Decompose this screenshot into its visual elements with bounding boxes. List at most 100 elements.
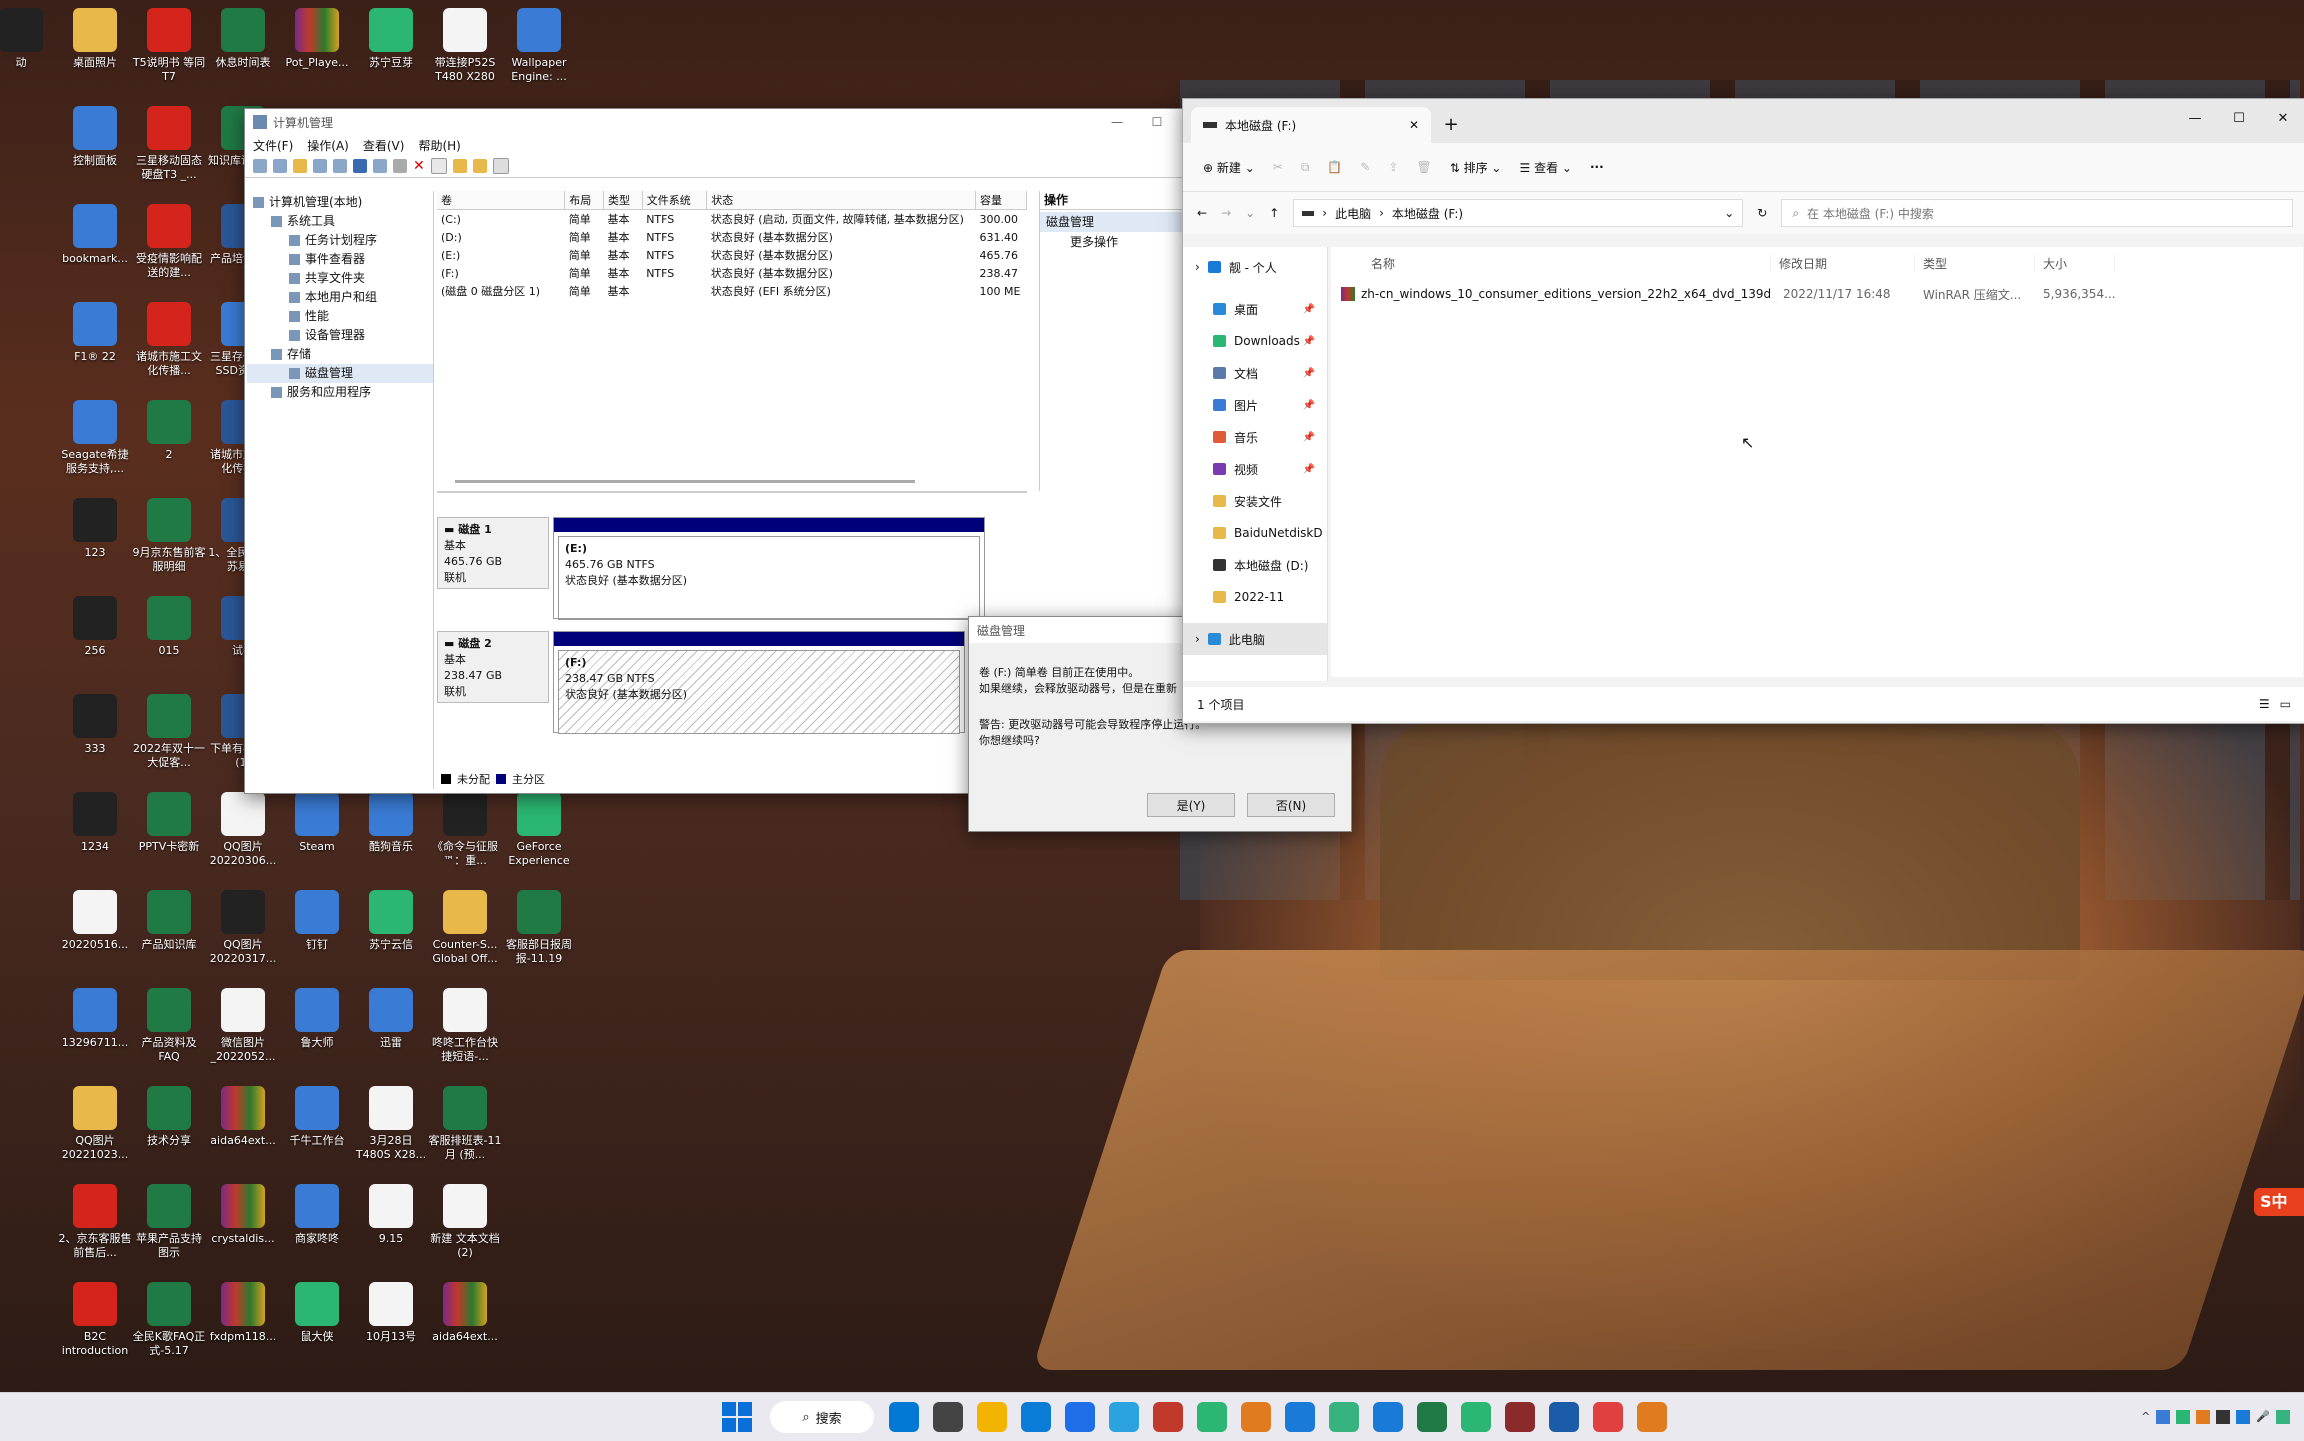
tree-item[interactable]: 事件查看器 (247, 250, 433, 269)
tray-icon[interactable] (2196, 1410, 2211, 1424)
desktop-icon[interactable]: 2022年双十一大促客... (132, 694, 206, 770)
tree-item[interactable]: 存储 (247, 345, 433, 364)
back-arrow-icon[interactable]: ← (1197, 206, 1207, 220)
microphone-icon[interactable]: 🎤 (2256, 1410, 2270, 1424)
desktop-icon[interactable]: PPTV卡密新 (132, 792, 206, 854)
desktop-icon[interactable]: 256 (58, 596, 132, 658)
desktop-icon[interactable]: T5说明书 等同T7 (132, 8, 206, 84)
new-button[interactable]: ⊕ 新建 ⌄ (1203, 159, 1255, 176)
taskbar-app-icon[interactable] (1285, 1402, 1315, 1432)
table-row[interactable]: (磁盘 0 磁盘分区 1) 简单 基本 状态良好 (EFI 系统分区) 100 ME (437, 282, 1027, 300)
desktop-icon[interactable]: 千牛工作台 (280, 1086, 354, 1148)
taskbar-app-icon[interactable] (1197, 1402, 1227, 1432)
tree-item[interactable]: 系统工具 (247, 212, 433, 231)
nav-item[interactable]: 本地磁盘 (D:) (1183, 549, 1327, 581)
taskbar-app-icon[interactable] (1461, 1402, 1491, 1432)
desktop-icon[interactable]: 123 (58, 498, 132, 560)
desktop-icon[interactable]: Steam (280, 792, 354, 854)
desktop-icon[interactable]: 技术分享 (132, 1086, 206, 1148)
view-icon[interactable] (373, 159, 387, 173)
column-header[interactable]: 状态 (706, 191, 977, 210)
up-folder-icon[interactable] (293, 159, 307, 173)
file-explorer-window[interactable]: 本地磁盘 (F:) ✕ + — ☐ ✕ ⊕ 新建 ⌄ ✂ ⧉ 📋 ✎ ⇪ 🗑 ⇅… (1182, 98, 2304, 724)
tray-icon[interactable] (2156, 1410, 2171, 1424)
desktop-icon[interactable]: fxdpm118... (206, 1282, 280, 1344)
desktop-icon[interactable]: 动 (0, 8, 58, 70)
properties-icon[interactable] (333, 159, 347, 173)
desktop-icon[interactable]: 客服部日报周报-11.19 (502, 890, 576, 966)
nav-item[interactable]: 图片 📌 (1183, 389, 1327, 421)
tree-item[interactable]: 计算机管理(本地) (247, 193, 433, 212)
expand-chevron-icon[interactable]: › (1195, 632, 1200, 646)
tree-item[interactable]: 共享文件夹 (247, 269, 433, 288)
tiles-view-icon[interactable]: ▭ (2280, 697, 2291, 711)
rename-icon[interactable]: ✎ (1360, 160, 1370, 174)
details-view-icon[interactable]: ☰ (2259, 697, 2270, 711)
taskbar-app-icon[interactable] (1329, 1402, 1359, 1432)
taskbar-app-icon[interactable] (1593, 1402, 1623, 1432)
taskbar-app-icon[interactable] (1241, 1402, 1271, 1432)
desktop-icon[interactable]: bookmark... (58, 204, 132, 266)
desktop-icon[interactable]: 9月京东售前客服明细 (132, 498, 206, 574)
desktop-icon[interactable]: 9.15 (354, 1184, 428, 1246)
nav-item[interactable]: 视频 📌 (1183, 453, 1327, 485)
search-box[interactable]: ⌕ 在 本地磁盘 (F:) 中搜索 (1781, 199, 2294, 227)
nav-item[interactable]: BaiduNetdiskD (1183, 517, 1327, 549)
desktop-icon[interactable]: 迅雷 (354, 988, 428, 1050)
desktop-icon[interactable]: Pot_Playe... (280, 8, 354, 70)
partition-box-selected[interactable]: (F:) 238.47 GB NTFS 状态良好 (基本数据分区) (553, 631, 965, 734)
desktop-icon[interactable]: 20220516... (58, 890, 132, 952)
desktop-icon[interactable]: 带连接P52S T480 X280 (428, 8, 502, 84)
taskbar-app-icon[interactable] (1153, 1402, 1183, 1432)
tree-item[interactable]: 性能 (247, 307, 433, 326)
desktop-icon[interactable]: Wallpaper Engine: ... (502, 8, 576, 84)
address-bar[interactable]: › 此电脑 › 本地磁盘 (F:) ⌄ (1293, 199, 1744, 227)
desktop-icon[interactable]: crystaldis... (206, 1184, 280, 1246)
more-options-icon[interactable]: ··· (1590, 160, 1604, 174)
nav-item[interactable]: Downloads 📌 (1183, 325, 1327, 357)
disk-label[interactable]: ▬ 磁盘 2 基本 238.47 GB 联机 (437, 631, 549, 703)
desktop-icon[interactable]: 鲁大师 (280, 988, 354, 1050)
taskbar-app-icon[interactable] (1109, 1402, 1139, 1432)
taskbar-app-icon[interactable] (977, 1402, 1007, 1432)
table-row[interactable]: (F:) 简单 基本 NTFS 状态良好 (基本数据分区) 238.47 (437, 264, 1027, 282)
tree-item[interactable]: 设备管理器 (247, 326, 433, 345)
minimize-icon[interactable]: — (2173, 99, 2217, 143)
table-row[interactable]: (C:) 简单 基本 NTFS 状态良好 (启动, 页面文件, 故障转储, 基本数据分区… (437, 210, 1027, 229)
desktop-icon[interactable]: aida64ext... (428, 1282, 502, 1344)
desktop-icon[interactable]: 钉钉 (280, 890, 354, 952)
disk-label[interactable]: ▬ 磁盘 1 基本 465.76 GB 联机 (437, 517, 549, 589)
desktop-icon[interactable]: 2、京东客服售前售后... (58, 1184, 132, 1260)
desktop-icon[interactable]: GeForce Experience (502, 792, 576, 868)
desktop-icon[interactable]: QQ图片20220306... (206, 792, 280, 868)
nav-item[interactable]: 桌面 📌 (1183, 293, 1327, 325)
nav-item[interactable]: 文档 📌 (1183, 357, 1327, 389)
list-icon[interactable] (492, 158, 509, 174)
column-type[interactable]: 类型 (1915, 254, 2035, 272)
search-folder-icon[interactable] (472, 159, 487, 173)
nav-item[interactable]: 2022-11 (1183, 581, 1327, 613)
desktop-icon[interactable]: 诸城市施工文化传播... (132, 302, 206, 378)
tree-item[interactable]: 任务计划程序 (247, 231, 433, 250)
table-row[interactable]: zh-cn_windows_10_consumer_editions_versi… (1331, 279, 2303, 309)
taskbar-app-icon[interactable] (933, 1402, 963, 1432)
column-header[interactable]: 容量 (975, 191, 1027, 210)
desktop-icon[interactable]: 产品知识库 (132, 890, 206, 952)
menu-item[interactable]: 帮助(H) (418, 137, 460, 154)
desktop-icon[interactable]: 新建 文本文档 (2) (428, 1184, 502, 1260)
desktop-icon[interactable]: 受疫情影响配送的建... (132, 204, 206, 280)
desktop-icon[interactable]: 2 (132, 400, 206, 462)
desktop-icon[interactable]: 13296711... (58, 988, 132, 1050)
tray-chevron-icon[interactable]: ^ (2141, 1410, 2150, 1424)
desktop-icon[interactable]: QQ图片20220317... (206, 890, 280, 966)
desktop-icon[interactable]: 酷狗音乐 (354, 792, 428, 854)
tree-item[interactable]: 磁盘管理 (247, 364, 433, 383)
column-header[interactable]: 类型 (603, 191, 643, 210)
taskbar-search-box[interactable]: ⌕ 搜索 (770, 1401, 874, 1433)
desktop-icon[interactable]: 全民K歌FAQ正式-5.17 (132, 1282, 206, 1358)
desktop-icon[interactable]: 333 (58, 694, 132, 756)
desktop-icon[interactable]: 休息时间表 (206, 8, 280, 70)
tray-icon[interactable] (2216, 1410, 2231, 1424)
nav-item[interactable]: › 靓 - 个人 (1183, 251, 1327, 283)
sort-button[interactable]: ⇅ 排序 ⌄ (1450, 159, 1502, 176)
